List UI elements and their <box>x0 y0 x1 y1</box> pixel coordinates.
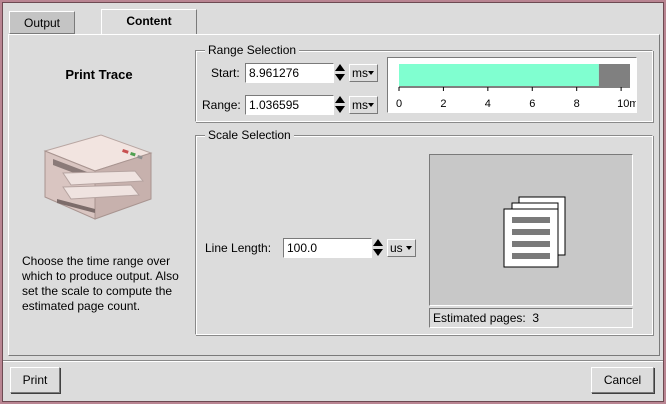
range-axis-tick-label: 2 <box>440 98 446 110</box>
scale-selection-legend: Scale Selection <box>205 128 294 142</box>
estimated-pages-value: 3 <box>532 311 540 325</box>
spin-up-icon[interactable] <box>373 239 383 246</box>
printer-icon <box>43 134 153 220</box>
start-unit-value: ms <box>352 66 368 80</box>
chevron-down-icon <box>368 71 374 75</box>
range-label: Range: <box>202 98 241 112</box>
range-axis-tick-label: 6 <box>529 98 535 110</box>
range-axis-tick-label: 4 <box>485 98 491 110</box>
chevron-down-icon <box>406 246 412 250</box>
line-length-unit-value: us <box>390 241 403 255</box>
start-field[interactable]: 8.961276 <box>245 63 334 83</box>
print-dialog: Output Content Print Trace Choose the ti… <box>2 2 664 402</box>
range-field[interactable]: 1.036595 <box>245 95 334 115</box>
line-length-spinner[interactable] <box>372 238 385 258</box>
start-spinner[interactable] <box>334 63 347 83</box>
cancel-button[interactable]: Cancel <box>591 367 654 393</box>
start-unit-select[interactable]: ms <box>349 64 378 82</box>
spin-down-icon[interactable] <box>335 106 345 113</box>
tab-content-panel: Print Trace Choose the time range over w… <box>8 34 660 356</box>
spin-down-icon[interactable] <box>373 249 383 256</box>
estimated-pages-status: Estimated pages: 3 <box>429 308 633 328</box>
chevron-down-icon <box>368 103 374 107</box>
pages-stack-icon <box>503 196 566 268</box>
button-bar-separator <box>3 360 663 362</box>
tab-content[interactable]: Content <box>101 9 197 35</box>
range-axis-tick-label: 8 <box>574 98 580 110</box>
range-unit-select[interactable]: ms <box>349 96 378 114</box>
start-label: Start: <box>211 66 240 80</box>
range-spinner[interactable] <box>334 95 347 115</box>
line-length-unit-select[interactable]: us <box>387 239 416 257</box>
print-button[interactable]: Print <box>10 367 60 393</box>
description-text: Choose the time range over which to prod… <box>22 254 179 313</box>
page-title: Print Trace <box>65 67 133 82</box>
range-unit-value: ms <box>352 98 368 112</box>
estimated-pages-label: Estimated pages: <box>433 311 526 325</box>
line-length-label: Line Length: <box>205 241 272 255</box>
time-range-view[interactable]: 0 2 4 6 8 10ms <box>387 57 637 113</box>
range-axis-tick-label: 0 <box>396 98 402 110</box>
range-selected-marker <box>598 64 630 86</box>
range-bar <box>399 64 599 86</box>
spin-up-icon[interactable] <box>335 64 345 71</box>
line-length-field[interactable]: 100.0 <box>283 238 372 258</box>
tab-output[interactable]: Output <box>9 11 75 34</box>
range-selection-group: Range Selection Start: 8.961276 ms Range… <box>195 43 653 122</box>
page-preview <box>429 154 633 306</box>
range-selection-legend: Range Selection <box>205 43 300 57</box>
scale-selection-group: Scale Selection Line Length: 100.0 us Es… <box>195 128 653 335</box>
spin-down-icon[interactable] <box>335 74 345 81</box>
spin-up-icon[interactable] <box>335 96 345 103</box>
range-axis-tick-label: 10ms <box>617 98 637 110</box>
